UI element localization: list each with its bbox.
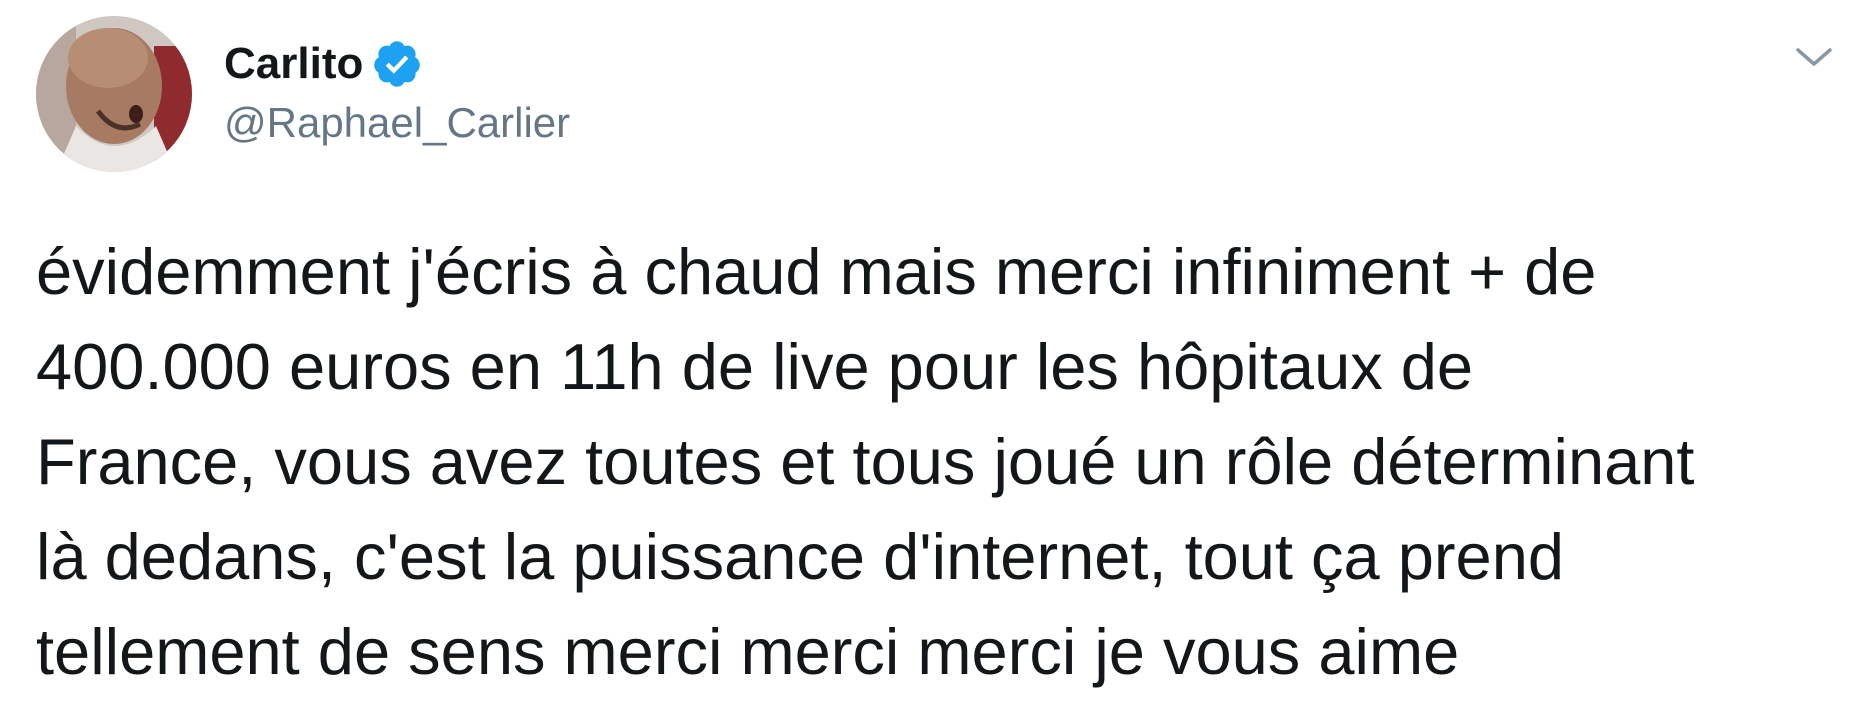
author-name-row[interactable]: Carlito <box>224 34 423 94</box>
tweet-text: évidemment j'écris à chaud mais merci in… <box>36 224 1836 699</box>
tweet-text-line: 400.000 euros en 11h de live pour les hô… <box>36 330 1474 403</box>
author-handle[interactable]: @Raphael_Carlier <box>224 95 570 151</box>
tweet-text-line: France, vous avez toutes et tous joué un… <box>36 425 1695 498</box>
avatar[interactable] <box>36 16 192 172</box>
avatar-photo <box>36 16 192 172</box>
author-display-name[interactable]: Carlito <box>224 34 363 94</box>
tweet-text-line: tellement de sens merci merci merci je v… <box>36 615 1460 688</box>
tweet-text-line: là dedans, c'est la puissance d'internet… <box>36 520 1565 593</box>
chevron-down-icon[interactable] <box>1794 44 1834 72</box>
verified-badge-icon <box>371 38 423 90</box>
tweet-text-line: évidemment j'écris à chaud mais merci in… <box>36 235 1597 308</box>
tweet-card: Carlito @Raphael_Carlier évidemment j'éc… <box>0 0 1860 720</box>
